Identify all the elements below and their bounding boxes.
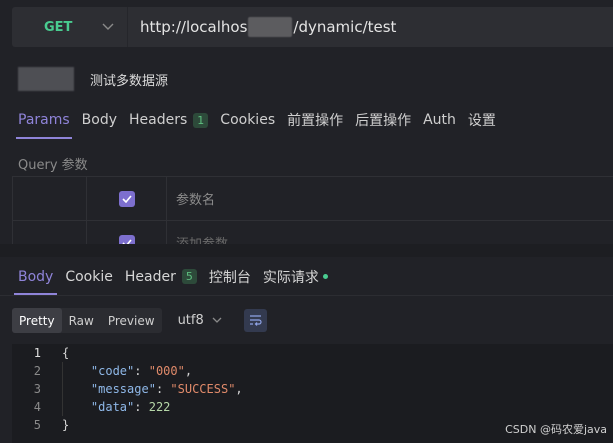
code-text: "data": 222 (90, 400, 171, 414)
table-row: 参数名 (13, 177, 613, 221)
tab-label: 后置操作 (355, 113, 412, 129)
code-text: "message": "SUCCESS", (90, 382, 243, 396)
watermark: CSDN @码农爱java (505, 423, 607, 436)
request-name-text[interactable]: 测试多数据源 (90, 70, 168, 89)
tab-console[interactable]: 控制台 (203, 258, 257, 295)
redacted-mask (18, 67, 74, 91)
tab-label: Body (18, 268, 54, 285)
divider (0, 295, 613, 296)
code-text: "code": "000", (90, 364, 193, 378)
param-name-input[interactable]: 参数名 (167, 177, 613, 220)
line-number: 2 (33, 364, 41, 378)
tab-label: Params (18, 112, 70, 128)
tab-params[interactable]: Params (12, 101, 76, 139)
wrap-icon (249, 315, 262, 326)
enable-cell (87, 221, 167, 244)
line-number: 5 (33, 418, 41, 432)
tab-label: Cookies (220, 112, 276, 128)
method-label: GET (44, 19, 73, 35)
tab-response-body[interactable]: Body (12, 258, 59, 295)
response-tabs: Body Cookie Header 5 控制台 实际请求 (12, 258, 334, 295)
json-key: "message" (90, 382, 156, 396)
tab-post-actions[interactable]: 后置操作 (349, 101, 417, 139)
code-text: } (62, 418, 70, 432)
tab-settings[interactable]: 设置 (462, 101, 502, 139)
table-row: 添加参数 (13, 221, 613, 244)
code-line: 2 "code": "000", (12, 362, 613, 380)
line-number: 3 (33, 382, 41, 396)
json-punct: , (184, 364, 193, 378)
response-toolbar: Pretty Raw Preview utf8 (12, 308, 267, 333)
line-number: 1 (33, 346, 41, 360)
tab-response-cookie[interactable]: Cookie (59, 258, 119, 295)
code-line: 4 "data": 222 (12, 398, 613, 416)
tab-label: Headers (129, 112, 188, 128)
tab-pre-actions[interactable]: 前置操作 (281, 101, 349, 139)
json-value: "000" (148, 364, 185, 378)
code-line: 1 { (12, 344, 613, 362)
query-params-label: Query 参数 (18, 158, 88, 173)
view-pretty-button[interactable]: Pretty (12, 308, 62, 333)
tab-actual-request[interactable]: 实际请求 (257, 258, 334, 295)
view-mode-switch: Pretty Raw Preview (12, 308, 162, 333)
json-key: "code" (90, 364, 135, 378)
chevron-down-icon (212, 314, 222, 327)
view-raw-button[interactable]: Raw (62, 308, 101, 333)
redacted-mask (248, 17, 293, 37)
json-value: "SUCCESS" (170, 382, 236, 396)
enable-checkbox[interactable] (118, 234, 135, 244)
line-number: 4 (33, 400, 41, 414)
word-wrap-button[interactable] (243, 309, 267, 332)
check-icon (121, 194, 132, 203)
count-badge: 1 (193, 112, 209, 128)
tab-label: 前置操作 (287, 113, 344, 129)
tab-label: 控制台 (208, 269, 251, 286)
url-suffix: /dynamic/test (293, 18, 397, 36)
encoding-select[interactable]: utf8 (178, 313, 222, 328)
tab-label: Header (124, 268, 176, 285)
tab-auth[interactable]: Auth (417, 101, 462, 139)
enable-cell (87, 177, 167, 220)
tab-label: 实际请求 (262, 269, 319, 286)
tab-label: 设置 (467, 113, 496, 129)
url-input[interactable]: http://localhos /dynamic/test (128, 17, 396, 37)
params-table: 参数名 添加参数 (12, 176, 613, 244)
json-value: 222 (148, 400, 171, 414)
tab-body[interactable]: Body (76, 101, 123, 139)
tab-label: Auth (423, 112, 456, 128)
view-preview-button[interactable]: Preview (101, 308, 162, 333)
status-dot-icon (322, 274, 328, 279)
enable-checkbox[interactable] (118, 190, 135, 207)
request-tabs: Params Body Headers 1 Cookies 前置操作 后置操作 A… (12, 101, 502, 139)
panel-divider[interactable] (0, 244, 613, 257)
json-key: "data" (90, 400, 135, 414)
encoding-value: utf8 (177, 313, 204, 328)
method-select[interactable]: GET (12, 7, 128, 47)
drag-cell (13, 221, 87, 244)
code-line: 3 "message": "SUCCESS", (12, 380, 613, 398)
add-param-input[interactable]: 添加参数 (167, 221, 613, 244)
chevron-down-icon (102, 20, 114, 34)
tab-headers[interactable]: Headers 1 (123, 101, 214, 139)
url-prefix: http://localhos (140, 18, 248, 36)
tab-label: Cookie (65, 268, 113, 285)
request-name: 测试多数据源 (18, 66, 168, 92)
tab-label: Body (81, 112, 118, 128)
url-bar: GET http://localhos /dynamic/test (12, 7, 613, 47)
drag-cell (13, 177, 87, 220)
json-punct: , (235, 382, 243, 396)
tab-response-header[interactable]: Header 5 (119, 258, 203, 295)
tab-cookies[interactable]: Cookies (214, 101, 281, 139)
count-badge: 5 (181, 269, 197, 284)
code-text: { (62, 346, 70, 360)
